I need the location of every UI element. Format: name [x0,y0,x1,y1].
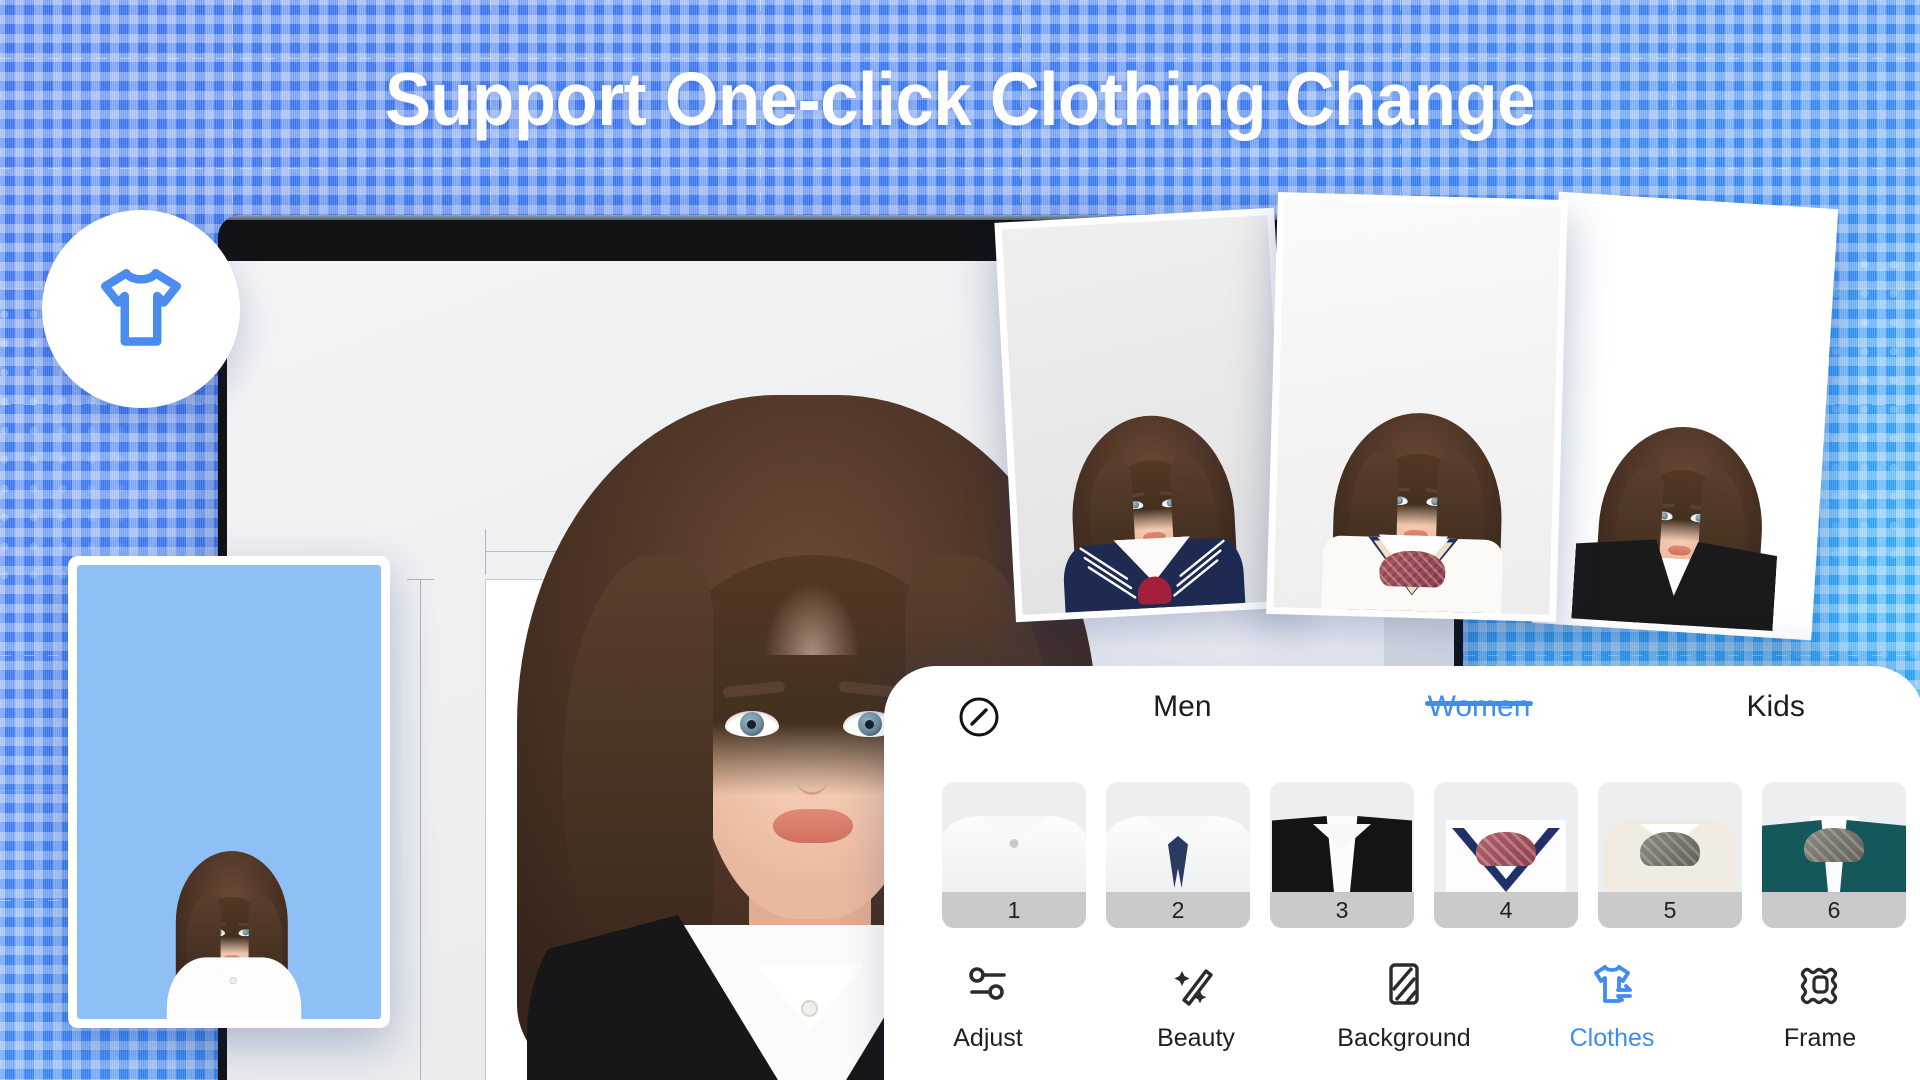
clothing-thumbnail[interactable]: 6 [1762,782,1906,928]
thumbnail-art [1270,782,1414,892]
clothing-thumbnail[interactable]: 3 [1270,782,1414,928]
magic-wand-icon [1174,969,1213,1006]
id-photo-card[interactable] [68,556,390,1028]
sliders-icon [969,967,1006,1000]
tshirt-icon [101,269,181,346]
clothes-panel: Men Women Kids 1 2 3 4 5 6 Adjust Beauty… [884,666,1920,1080]
clothing-thumbnail[interactable]: 1 [942,782,1086,928]
thumbnail-art [942,782,1086,892]
collar-button [801,1000,818,1017]
thumbnail-art [1762,782,1906,892]
toolbar-item-adjust[interactable]: Adjust [884,958,1092,1078]
toolbar-label: Beauty [1157,1024,1235,1052]
tab-label: Men [1153,690,1212,723]
clothing-thumbnail[interactable]: 2 [1106,782,1250,928]
thumbnail-art [1434,782,1578,892]
active-tab-underline [1425,701,1533,706]
nose [797,749,827,795]
portrait-subject [142,778,316,1019]
clothing-thumbnail-list[interactable]: 1 2 3 4 5 6 [942,782,1920,928]
toolbar-label: Clothes [1569,1024,1655,1052]
school-vest [1321,535,1504,615]
tab-men[interactable]: Men [1034,666,1331,724]
dimension-cap-vertical [407,579,434,580]
toolbar-item-beauty[interactable]: Beauty [1092,958,1300,1078]
pupil-right [865,720,874,729]
thumbnail-number: 1 [942,892,1086,928]
clothing-thumbnail[interactable]: 5 [1598,782,1742,928]
preview-card-suit[interactable] [1531,191,1839,641]
hair-part [757,555,867,655]
pupil-left [747,720,756,729]
circle-slash-icon [959,697,999,737]
toolbar-label: Frame [1783,1024,1857,1052]
no-clothing-button[interactable] [956,694,1002,740]
sailor-uniform [1061,537,1246,615]
tab-women[interactable]: Women [1331,666,1628,724]
tab-kids[interactable]: Kids [1627,666,1920,724]
toolbar-item-frame[interactable]: Frame [1716,958,1920,1078]
tab-label: Kids [1746,690,1805,723]
lips [773,809,853,843]
thumbnail-art [1106,782,1250,892]
portrait-subject [1279,277,1552,615]
portrait-subject [1006,271,1288,615]
thumbnail-art [1598,782,1742,892]
portrait-subject [1540,287,1825,633]
thumbnail-number: 5 [1598,892,1742,928]
thumbnail-number: 4 [1434,892,1578,928]
category-tabs: Men Women Kids [1034,666,1920,772]
tab-label: Women [1427,690,1531,723]
preview-card-vest[interactable] [1266,192,1568,622]
editor-toolbar: Adjust Beauty Background Clothes Frame [884,958,1920,1078]
thumbnail-number: 6 [1762,892,1906,928]
preview-card-sailor[interactable] [994,207,1296,623]
toolbar-item-clothes[interactable]: Clothes [1508,958,1716,1078]
clothing-thumbnail[interactable]: 4 [1434,782,1578,928]
toolbar-item-background[interactable]: Background [1300,958,1508,1078]
dimension-tick-vertical [420,579,421,1080]
grid-line-h [0,168,1920,169]
background-icon [1389,963,1419,1005]
page-title: Support One-click Clothing Change [384,57,1536,141]
id-photo [77,565,381,1019]
clothing-feature-badge [42,210,240,408]
frame-icon [1800,967,1838,1005]
thumbnail-number: 2 [1106,892,1250,928]
toolbar-label: Background [1337,1024,1471,1052]
clothes-swap-icon [1594,965,1632,1003]
thumbnail-number: 3 [1270,892,1414,928]
toolbar-label: Adjust [953,1024,1023,1052]
tab-bar: Men Women Kids [884,666,1920,772]
